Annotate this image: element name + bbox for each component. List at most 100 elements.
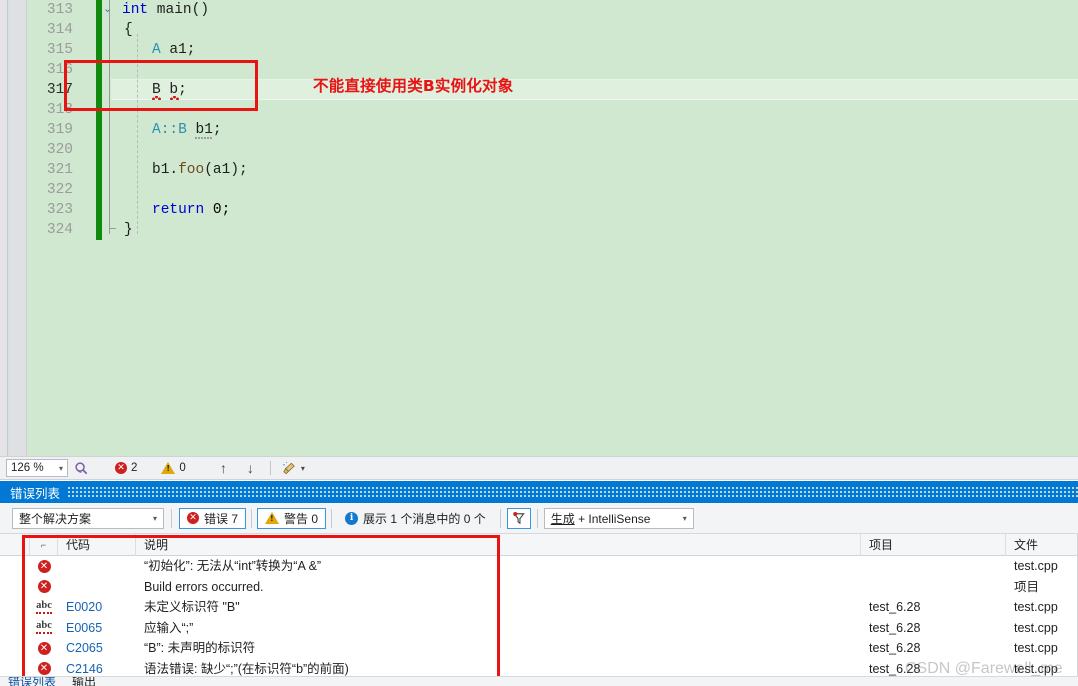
chevron-down-icon[interactable]: ▾ <box>153 514 157 523</box>
row-code[interactable]: E0065 <box>58 618 136 639</box>
column-header-severity-icon[interactable]: ⌐ <box>30 534 58 556</box>
row-code[interactable]: E0020 <box>58 597 136 618</box>
code-line-322[interactable]: 322 <box>27 180 1078 200</box>
editor-outer-margin <box>0 0 8 456</box>
row-description[interactable]: 应输入“;” <box>136 618 861 639</box>
editor-selection-margin[interactable] <box>9 0 27 456</box>
function-token: foo <box>178 162 205 178</box>
error-icon: ✕ <box>37 662 51 676</box>
row-file: test.cpp <box>1014 600 1058 614</box>
errors-filter-label: 错误 7 <box>204 511 239 526</box>
column-header-file[interactable]: 文件 <box>1006 534 1078 556</box>
code-line-321[interactable]: 321 b1.foo(a1); <box>27 160 1078 180</box>
row-severity-icon-cell: ✕ <box>30 577 58 598</box>
code-cleanup-button[interactable]: ▾ <box>275 456 311 480</box>
code-content: { <box>124 22 133 38</box>
row-severity-icon-cell: ✕ <box>30 638 58 659</box>
editor-status-strip: 126 % ▾ ✕ 2 0 ↑ ↓ ▾ <box>0 456 1078 480</box>
row-select-cell[interactable] <box>0 638 30 659</box>
rename-hint-underline <box>195 137 212 139</box>
code-line-324[interactable]: 324 } <box>27 220 1078 240</box>
row-project: test_6.28 <box>869 641 921 655</box>
code-editor[interactable]: ⌄ 313 int main() 314 { 315 A a1; 316 317… <box>0 0 1078 456</box>
number-token: 0; <box>204 202 231 218</box>
row-code[interactable] <box>58 556 136 577</box>
line-number: 313 <box>46 2 73 18</box>
zoom-level-combobox[interactable]: 126 % ▾ <box>6 459 68 477</box>
toolbar-separator <box>499 508 501 528</box>
code-line-313[interactable]: 313 int main() <box>27 0 1078 20</box>
toolbar-separator <box>331 508 333 528</box>
error-icon: ✕ <box>187 512 199 524</box>
next-issue-button[interactable]: ↓ <box>241 456 260 480</box>
code-line-314[interactable]: 314 { <box>27 20 1078 40</box>
row-description[interactable]: “初始化”: 无法从“int”转换为“A &” <box>136 556 861 577</box>
table-row[interactable]: ✕ C2065 “B”: 未声明的标识符 test_6.28 test.cpp <box>0 638 1078 659</box>
intellisense-abc-icon: abc <box>36 621 52 635</box>
status-separator <box>269 461 271 475</box>
scope-filter-combobox[interactable]: 整个解决方案 ▾ <box>12 507 164 529</box>
error-count-value: 2 <box>131 462 138 474</box>
warnings-filter-toggle[interactable]: 警告 0 <box>257 507 327 529</box>
errors-filter-toggle[interactable]: ✕ 错误 7 <box>179 507 247 529</box>
table-row[interactable]: abc E0065 应输入“;” test_6.28 test.cpp <box>0 618 1078 639</box>
chevron-down-icon[interactable]: ▾ <box>59 464 63 473</box>
code-line-320[interactable]: 320 <box>27 140 1078 160</box>
row-project <box>861 577 1006 598</box>
error-list-grid[interactable]: ⌐ 代码 说明 项目 文件 ✕ “初始化”: 无法从“int”转换为“A &” … <box>0 534 1078 680</box>
table-row[interactable]: ✕ Build errors occurred. 项目 <box>0 577 1078 598</box>
chevron-down-icon[interactable]: ▾ <box>301 464 305 473</box>
code-line-315[interactable]: 315 A a1; <box>27 40 1078 60</box>
intellisense-magnifier-button[interactable] <box>68 456 95 480</box>
column-header-description[interactable]: 说明 <box>136 534 861 556</box>
type-token: A::B <box>152 122 187 138</box>
row-description[interactable]: “B”: 未声明的标识符 <box>136 638 861 659</box>
row-code[interactable] <box>58 577 136 598</box>
row-select-cell[interactable] <box>0 577 30 598</box>
error-list-panel-title[interactable]: 错误列表 <box>0 481 1078 503</box>
row-select-cell[interactable] <box>0 618 30 639</box>
type-token: A <box>152 42 161 58</box>
tab-error-list[interactable]: 错误列表 <box>0 677 64 686</box>
row-project <box>861 556 1006 577</box>
line-number: 314 <box>46 22 73 38</box>
row-select-cell[interactable] <box>0 597 30 618</box>
column-header-code[interactable]: 代码 <box>58 534 136 556</box>
tab-output[interactable]: 输出 <box>64 677 104 686</box>
build-intellisense-combobox[interactable]: 生成 + IntelliSense ▾ <box>543 507 694 529</box>
build-value-rest: + IntelliSense <box>574 511 651 526</box>
column-header-project[interactable]: 项目 <box>861 534 1006 556</box>
search-filter-button[interactable] <box>506 507 531 529</box>
row-select-cell[interactable] <box>0 556 30 577</box>
table-row[interactable]: ✕ “初始化”: 无法从“int”转换为“A &” test.cpp <box>0 556 1078 577</box>
chevron-down-icon[interactable]: ▾ <box>683 514 687 523</box>
code-token: b1. <box>152 162 179 178</box>
build-value-underlined: 生成 <box>550 511 575 526</box>
code-line-319[interactable]: 319 A::B b1; <box>27 120 1078 140</box>
row-severity-icon-cell: abc <box>30 618 58 639</box>
status-error-count[interactable]: ✕ 2 <box>109 456 143 480</box>
error-icon: ✕ <box>115 462 127 474</box>
panel-title-dot-pattern <box>68 486 1078 498</box>
messages-filter-toggle[interactable]: i 展示 1 个消息中的 0 个 <box>337 508 494 529</box>
magnifier-icon <box>75 461 88 474</box>
warning-icon <box>265 512 280 524</box>
code-content: } <box>124 222 133 238</box>
line-number: 320 <box>46 142 73 158</box>
row-description[interactable]: Build errors occurred. <box>136 577 861 598</box>
build-combobox-value: 生成 + IntelliSense <box>551 510 651 527</box>
code-line-323[interactable]: 323 return 0; <box>27 200 1078 220</box>
prev-issue-button[interactable]: ↑ <box>214 456 233 480</box>
row-code[interactable]: C2065 <box>58 638 136 659</box>
code-content: return 0; <box>152 200 230 220</box>
row-severity-icon-cell: abc <box>30 597 58 618</box>
row-file: test.cpp <box>1014 559 1058 573</box>
code-token: b1; <box>186 122 222 138</box>
row-description[interactable]: 未定义标识符 "B" <box>136 597 861 618</box>
status-warning-count[interactable]: 0 <box>155 456 191 480</box>
line-number: 323 <box>46 202 73 218</box>
column-header-select[interactable] <box>0 534 30 556</box>
row-file: 项目 <box>1014 579 1040 594</box>
table-row[interactable]: abc E0020 未定义标识符 "B" test_6.28 test.cpp <box>0 597 1078 618</box>
warning-count-value: 0 <box>179 462 186 474</box>
